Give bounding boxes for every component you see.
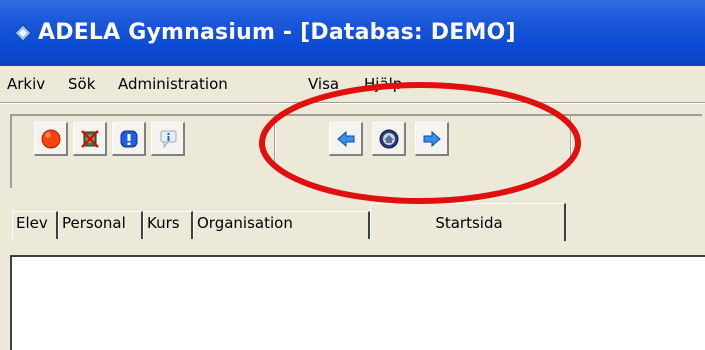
blue-exclamation-icon <box>120 130 138 148</box>
forward-button[interactable] <box>415 122 449 156</box>
tab-elev[interactable]: Elev <box>12 211 58 239</box>
help-button[interactable] <box>151 122 185 156</box>
toolbar-separator-right <box>570 116 572 166</box>
exit-button[interactable] <box>73 122 107 156</box>
menu-visa[interactable]: Visa <box>308 75 339 93</box>
app-icon <box>14 24 32 42</box>
crossed-figure-icon <box>81 130 99 148</box>
startsida-panel <box>10 255 705 350</box>
menu-administration[interactable]: Administration <box>118 75 228 93</box>
menu-sok[interactable]: Sök <box>68 75 95 93</box>
arrow-right-icon <box>423 130 441 148</box>
tab-startsida[interactable]: Startsida <box>370 203 566 243</box>
menu-bar: Arkiv Sök Administration Visa Hjälp <box>0 66 705 102</box>
back-button[interactable] <box>329 122 363 156</box>
stop-icon <box>41 129 61 149</box>
tab-kurs[interactable]: Kurs <box>143 211 193 239</box>
stop-button[interactable] <box>34 122 68 156</box>
toolbar-separator <box>274 116 276 166</box>
title-bar: ADELA Gymnasium - [Databas: DEMO] <box>0 0 705 66</box>
info-button[interactable] <box>112 122 146 156</box>
tab-organisation[interactable]: Organisation <box>193 211 370 239</box>
info-tooltip-icon <box>160 130 177 149</box>
window-title: ADELA Gymnasium - [Databas: DEMO] <box>38 20 516 45</box>
arrow-left-icon <box>337 130 355 148</box>
menu-arkiv[interactable]: Arkiv <box>7 75 45 93</box>
home-button[interactable] <box>372 122 406 156</box>
tab-personal[interactable]: Personal <box>58 211 143 239</box>
home-icon <box>379 129 399 149</box>
content-area <box>0 241 705 350</box>
menu-hjalp[interactable]: Hjälp <box>364 75 402 93</box>
